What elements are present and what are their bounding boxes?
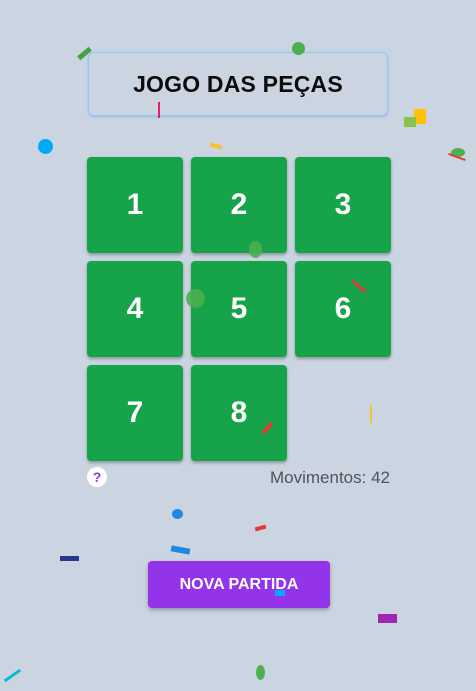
confetti-piece bbox=[448, 152, 466, 162]
confetti-piece bbox=[256, 665, 265, 680]
confetti-piece bbox=[451, 148, 465, 157]
confetti-piece bbox=[209, 142, 223, 150]
confetti-piece bbox=[172, 509, 183, 519]
confetti-piece bbox=[60, 556, 79, 561]
tile-3[interactable]: 3 bbox=[295, 157, 391, 253]
help-button[interactable]: ? bbox=[87, 467, 107, 487]
tile-1[interactable]: 1 bbox=[87, 157, 183, 253]
tile-8[interactable]: 8 bbox=[191, 365, 287, 461]
tile-2[interactable]: 2 bbox=[191, 157, 287, 253]
tile-4[interactable]: 4 bbox=[87, 261, 183, 357]
confetti-piece bbox=[3, 668, 22, 683]
tile-7[interactable]: 7 bbox=[87, 365, 183, 461]
new-game-button[interactable]: NOVA PARTIDA bbox=[148, 561, 330, 608]
confetti-piece bbox=[38, 139, 53, 154]
game-title: JOGO DAS PEÇAS bbox=[133, 70, 343, 97]
puzzle-board: 1 2 3 4 5 6 7 8 bbox=[87, 157, 391, 461]
confetti-piece bbox=[414, 109, 426, 124]
confetti-piece bbox=[378, 614, 397, 623]
confetti-piece bbox=[404, 117, 416, 127]
tile-5[interactable]: 5 bbox=[191, 261, 287, 357]
moves-counter: Movimentos: 42 bbox=[270, 468, 390, 487]
confetti-piece bbox=[254, 524, 267, 532]
title-box: JOGO DAS PEÇAS bbox=[88, 52, 388, 116]
tile-6[interactable]: 6 bbox=[295, 261, 391, 357]
confetti-piece bbox=[170, 545, 191, 555]
